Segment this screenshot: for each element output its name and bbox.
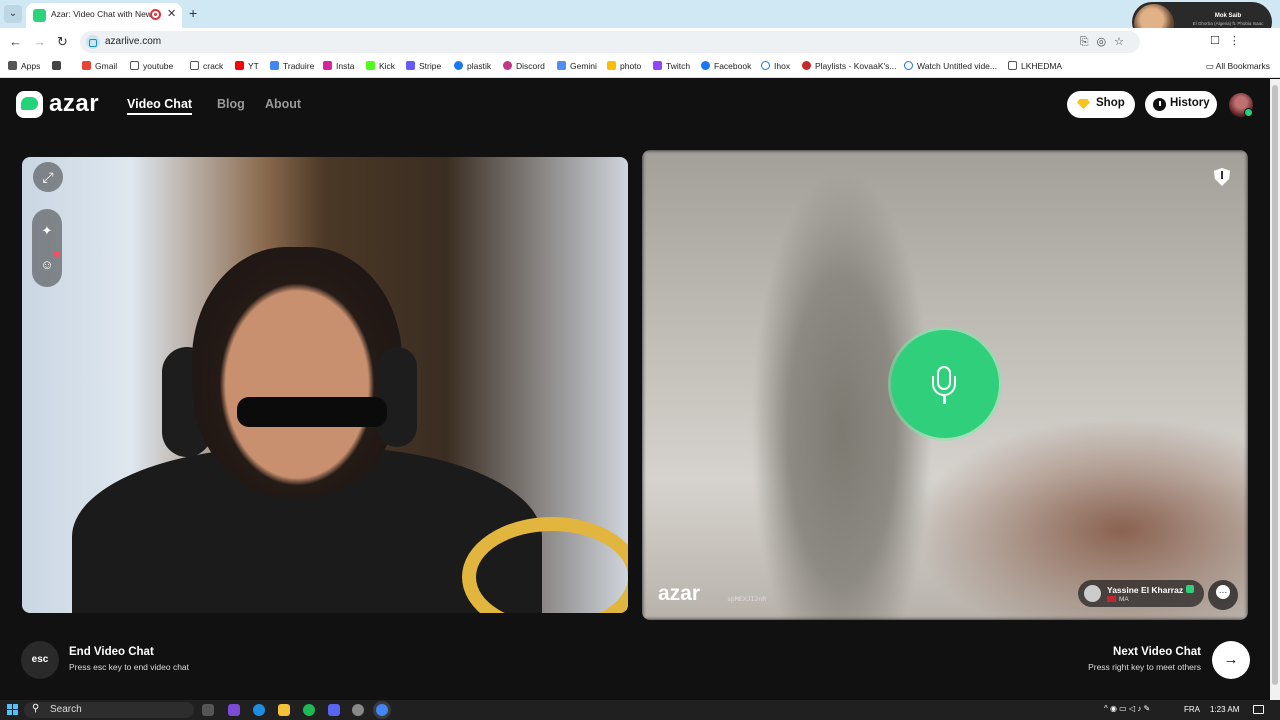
bookmark-ihox[interactable]: Ihox — [761, 61, 790, 71]
bookmark-twitch[interactable]: Twitch — [653, 61, 690, 71]
bookmark-plastik[interactable]: plastik — [454, 61, 491, 71]
notifications-icon[interactable] — [1253, 705, 1264, 714]
bookmark-crack[interactable]: crack — [190, 61, 223, 71]
local-camera-feed — [22, 157, 628, 613]
online-status-icon — [1244, 108, 1253, 117]
navigation-bar: ← → ↻ azarlive.com ⎘◎☆ ☐⋮ — [0, 28, 1280, 56]
bookmark-facebook[interactable]: Facebook — [701, 61, 751, 71]
tab-strip: ⌄ Azar: Video Chat with New ✕ + Mok Saib… — [0, 0, 1280, 44]
expand-icon[interactable]: ⤢ — [33, 162, 63, 192]
forward-icon[interactable]: → — [33, 34, 46, 49]
extensions-menu-icon[interactable]: ☐⋮ — [1210, 34, 1249, 47]
nav-blog[interactable]: Blog — [217, 97, 245, 111]
discord-icon[interactable] — [328, 704, 340, 716]
microphone-icon — [891, 330, 999, 438]
page-scrollbar[interactable] — [1270, 79, 1280, 700]
browser-tab[interactable]: Azar: Video Chat with New ✕ — [26, 3, 182, 28]
bookmark-kick[interactable]: Kick — [366, 61, 395, 71]
azar-page: azar Video Chat Blog About Shop History … — [0, 79, 1270, 700]
language-indicator[interactable]: FRA — [1184, 705, 1200, 714]
steam-icon[interactable] — [352, 704, 364, 716]
address-bar[interactable]: azarlive.com ⎘◎☆ — [80, 31, 1140, 53]
app-icon[interactable] — [228, 704, 240, 716]
taskbar: ⚲ Search ^ ◉ ▭ ◁ ♪ ✎ FRA 1:23 AM — [0, 700, 1280, 720]
file-explorer-icon[interactable] — [278, 704, 290, 716]
folder-icon: ▭ — [1205, 61, 1216, 71]
site-info-icon[interactable] — [86, 35, 100, 49]
bookmark-yt[interactable]: YT — [235, 61, 259, 71]
search-label: Search — [50, 704, 82, 715]
magic-wand-icon[interactable]: ✦ — [39, 223, 55, 239]
address-bar-actions-icon[interactable]: ⎘◎☆ — [1080, 35, 1132, 49]
bookmarks-bar: Apps Gmail youtube crack YT Traduire Ins… — [0, 56, 1280, 78]
chrome-icon[interactable] — [376, 704, 388, 716]
bookmark-lkhedma[interactable]: LKHEDMA — [1008, 61, 1062, 71]
system-tray-icons[interactable]: ^ ◉ ▭ ◁ ♪ ✎ — [1104, 704, 1150, 713]
bookmark-insta[interactable]: Insta — [323, 61, 354, 71]
clock-icon — [1153, 98, 1166, 111]
edge-icon[interactable] — [253, 704, 265, 716]
next-chat-button[interactable]: → — [1212, 641, 1250, 679]
bookmark-traduire[interactable]: Traduire — [270, 61, 314, 71]
back-icon[interactable]: ← — [9, 34, 22, 49]
peer-name: Yassine El Kharraz — [1107, 585, 1184, 595]
new-tab-button[interactable]: + — [189, 5, 197, 21]
task-view-icon[interactable] — [202, 704, 214, 716]
nav-about[interactable]: About — [265, 97, 301, 111]
taskbar-search[interactable]: ⚲ Search — [24, 702, 194, 718]
tab-close-icon[interactable]: ✕ — [167, 7, 176, 20]
shield-exclamation — [1221, 171, 1223, 179]
next-chat-title: Next Video Chat — [1113, 646, 1201, 658]
watermark-code: spMEXJIJnR — [727, 595, 767, 603]
bookmark-discord[interactable]: Discord — [503, 61, 545, 71]
effects-toolbar: ✦ ☺ — [32, 209, 62, 287]
end-chat-hint: Press esc key to end video chat — [69, 662, 190, 672]
history-button[interactable]: History — [1145, 91, 1217, 118]
chat-icon[interactable] — [1208, 580, 1238, 610]
recording-icon — [150, 9, 161, 20]
face-mask-icon[interactable]: ☺ — [39, 257, 55, 273]
peer-country: MA — [1107, 596, 1129, 603]
spotify-icon[interactable] — [303, 704, 315, 716]
bookmark-stripe[interactable]: Stripe — [406, 61, 441, 71]
peer-info-chip[interactable]: Yassine El Kharraz MA — [1078, 580, 1204, 607]
headphone-right — [377, 347, 417, 447]
bookmark-watch[interactable]: Watch Untitled vide... — [904, 61, 997, 71]
tab-title: Azar: Video Chat with New — [51, 9, 152, 19]
azar-favicon-icon — [33, 9, 46, 22]
end-chat-button[interactable]: esc — [21, 641, 59, 679]
bookmark-grid[interactable] — [52, 61, 65, 71]
remote-video: azar spMEXJIJnR Yassine El Kharraz MA — [642, 150, 1248, 620]
profile-name: Mok Saib — [1214, 13, 1242, 19]
end-chat-title: End Video Chat — [69, 646, 154, 658]
sunglasses — [237, 397, 387, 427]
taskbar-clock[interactable]: 1:23 AM — [1210, 705, 1239, 714]
bookmark-gmail[interactable]: Gmail — [82, 61, 117, 71]
local-video: ⤢ ✦ ☺ — [22, 157, 628, 613]
gem-icon — [1077, 99, 1090, 109]
bookmark-photo[interactable]: photo — [607, 61, 641, 71]
person-head — [192, 247, 402, 497]
morocco-flag-icon — [1107, 596, 1116, 602]
peer-avatar — [1084, 585, 1101, 602]
all-bookmarks[interactable]: ▭ All Bookmarks — [1206, 61, 1270, 72]
verified-badge-icon — [1186, 585, 1194, 593]
tab-search-icon[interactable]: ⌄ — [4, 5, 22, 23]
url-text: azarlive.com — [105, 36, 162, 47]
new-indicator-dot — [54, 251, 60, 257]
next-chat-hint: Press right key to meet others — [1088, 662, 1201, 672]
logo-text: azar — [49, 90, 100, 117]
shop-button[interactable]: Shop — [1067, 91, 1135, 118]
azar-logo-icon — [16, 91, 43, 118]
bookmark-gemini[interactable]: Gemini — [557, 61, 597, 71]
windows-start-icon[interactable] — [7, 704, 19, 716]
watermark-logo: azar — [658, 582, 701, 605]
reload-icon[interactable]: ↻ — [57, 34, 68, 50]
search-icon: ⚲ — [32, 703, 40, 714]
nav-video-chat[interactable]: Video Chat — [127, 97, 193, 115]
bookmark-playlists[interactable]: Playlists - KovaaK's... — [802, 61, 896, 71]
bookmark-youtube[interactable]: youtube — [130, 61, 173, 71]
bookmark-apps[interactable]: Apps — [8, 61, 40, 71]
